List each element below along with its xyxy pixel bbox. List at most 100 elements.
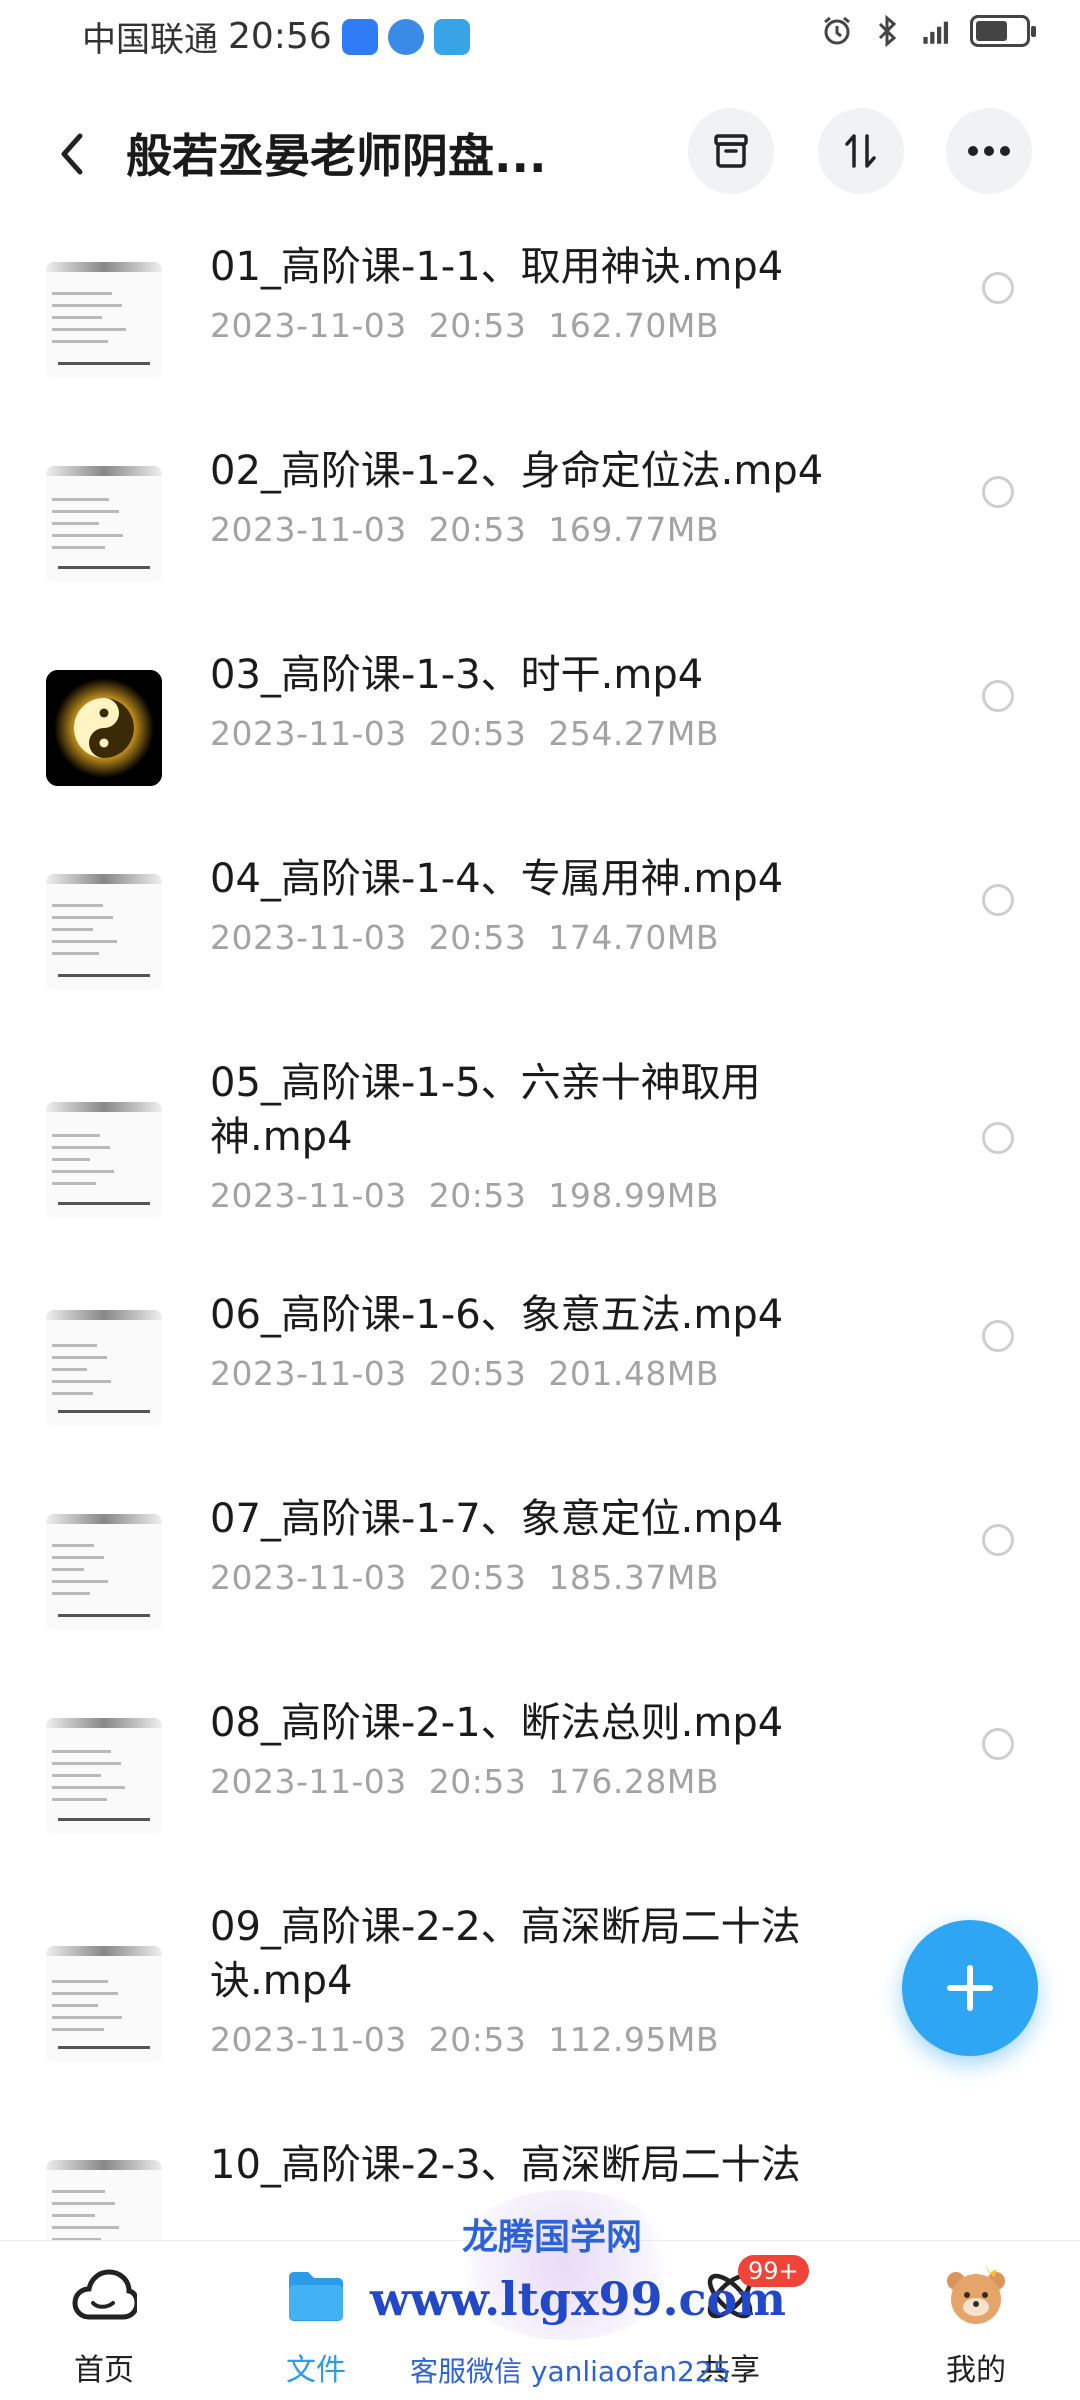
more-button[interactable] bbox=[946, 108, 1032, 194]
thumb-text-line bbox=[52, 904, 103, 907]
nav-label-home: 首页 bbox=[74, 2353, 134, 2388]
thumb-text-line bbox=[52, 522, 99, 525]
thumb-text-line bbox=[52, 510, 119, 513]
select-radio[interactable] bbox=[982, 1122, 1014, 1154]
thumb-text-line bbox=[52, 940, 117, 943]
thumb-banner bbox=[46, 1718, 162, 1728]
thumb-banner bbox=[46, 262, 162, 272]
file-row[interactable]: 03_高阶课-1-3、时干.mp4 2023-11-03 20:53 254.27MB bbox=[0, 640, 1080, 844]
archive-icon bbox=[714, 134, 748, 168]
file-name: 08_高阶课-2-1、断法总则.mp4 bbox=[210, 1700, 784, 1746]
thumb-text-line bbox=[52, 1146, 110, 1149]
file-name: 04_高阶课-1-4、专属用神.mp4 bbox=[210, 856, 784, 902]
battery-icon bbox=[970, 15, 1036, 47]
thumb-text-line bbox=[52, 2028, 104, 2031]
file-row[interactable]: 07_高阶课-1-7、象意定位.mp4 2023-11-03 20:53 185.37… bbox=[0, 1484, 1080, 1688]
select-radio[interactable] bbox=[982, 1320, 1014, 1352]
select-radio[interactable] bbox=[982, 680, 1014, 712]
back-button[interactable] bbox=[40, 122, 104, 186]
thumb-text-line bbox=[52, 316, 102, 319]
file-size: 185.37MB bbox=[548, 1558, 719, 1597]
thumb-text-line bbox=[52, 1170, 114, 1173]
browser-app-icon bbox=[387, 18, 424, 55]
thumb-caption-line bbox=[58, 1410, 150, 1413]
bear-avatar-icon bbox=[941, 2261, 1011, 2331]
select-radio[interactable] bbox=[982, 884, 1014, 916]
shield-app-icon bbox=[341, 18, 378, 55]
bluetooth-icon bbox=[878, 14, 897, 48]
thumb-text-line bbox=[52, 1392, 93, 1395]
file-size: 176.28MB bbox=[548, 1762, 719, 1801]
file-row[interactable]: 02_高阶课-1-2、身命定位法.mp4 2023-11-03 20:53 169.7… bbox=[0, 436, 1080, 640]
nav-item-files[interactable]: 文件 bbox=[246, 2261, 386, 2391]
file-size: 169.77MB bbox=[548, 510, 719, 549]
thumb-text-line bbox=[52, 1134, 100, 1137]
file-time: 20:53 bbox=[428, 1354, 527, 1393]
thumb-banner bbox=[46, 1102, 162, 1112]
carrier-label: 中国联通 bbox=[82, 20, 218, 60]
file-time: 20:53 bbox=[428, 1176, 527, 1215]
file-name: 06_高阶课-1-6、象意五法.mp4 bbox=[210, 1292, 784, 1338]
file-meta: 2023-11-03 20:53 198.99MB bbox=[210, 1176, 719, 1215]
thumb-text-line bbox=[52, 1182, 96, 1185]
file-date: 2023-11-03 bbox=[210, 918, 407, 957]
thumb-caption-line bbox=[58, 974, 150, 977]
nav-item-profile[interactable]: 我的 bbox=[906, 2261, 1046, 2391]
document-thumbnail bbox=[46, 1718, 162, 1834]
thumb-text-line bbox=[52, 1592, 90, 1595]
select-radio[interactable] bbox=[982, 476, 1014, 508]
document-thumbnail bbox=[46, 1946, 162, 2062]
file-date: 2023-11-03 bbox=[210, 714, 407, 753]
file-name: 05_高阶课-1-5、六亲十神取用神.mp4 bbox=[210, 1060, 761, 1160]
file-size: 162.70MB bbox=[548, 306, 719, 345]
thumb-text-line bbox=[52, 328, 126, 331]
document-thumbnail bbox=[46, 262, 162, 378]
thumb-banner bbox=[46, 1946, 162, 1956]
watermark-url: www.ltgx99.com bbox=[370, 2272, 786, 2326]
file-date: 2023-11-03 bbox=[210, 1176, 407, 1215]
document-thumbnail bbox=[46, 874, 162, 990]
file-row[interactable]: 08_高阶课-2-1、断法总则.mp4 2023-11-03 20:53 176.28… bbox=[0, 1688, 1080, 1892]
select-radio[interactable] bbox=[982, 1524, 1014, 1556]
file-date: 2023-11-03 bbox=[210, 1762, 407, 1801]
file-size: 112.95MB bbox=[548, 2020, 719, 2059]
thumb-text-line bbox=[52, 2226, 119, 2229]
file-size: 198.99MB bbox=[548, 1176, 719, 1215]
file-date: 2023-11-03 bbox=[210, 2020, 407, 2059]
thumb-text-line bbox=[52, 1356, 107, 1359]
file-meta: 2023-11-03 20:53 162.70MB bbox=[210, 306, 719, 345]
nav-item-home[interactable]: 首页 bbox=[34, 2261, 174, 2391]
file-name: 03_高阶课-1-3、时干.mp4 bbox=[210, 652, 704, 698]
thumb-caption-line bbox=[58, 566, 150, 569]
file-row[interactable]: 06_高阶课-1-6、象意五法.mp4 2023-11-03 20:53 201.48… bbox=[0, 1280, 1080, 1484]
watermark: 龙腾国学网 www.ltgx99.com 客服微信 yanliaofan225 bbox=[370, 2190, 786, 2400]
file-meta: 2023-11-03 20:53 174.70MB bbox=[210, 918, 719, 957]
file-row[interactable]: 01_高阶课-1-1、取用神诀.mp4 2023-11-03 20:53 162.70… bbox=[0, 232, 1080, 436]
file-time: 20:53 bbox=[428, 918, 527, 957]
thumb-caption-line bbox=[58, 1818, 150, 1821]
thumb-text-line bbox=[52, 340, 108, 343]
thumb-text-line bbox=[52, 952, 99, 955]
plus-icon bbox=[947, 1965, 993, 2011]
add-button[interactable] bbox=[902, 1920, 1038, 2056]
file-row[interactable]: 05_高阶课-1-5、六亲十神取用神.mp4 2023-11-03 20:53 198… bbox=[0, 1048, 1080, 1280]
thumb-text-line bbox=[52, 1762, 121, 1765]
file-time: 20:53 bbox=[428, 510, 527, 549]
thumb-text-line bbox=[52, 2016, 122, 2019]
thumb-text-line bbox=[52, 546, 105, 549]
archive-button[interactable] bbox=[688, 108, 774, 194]
battery-fill bbox=[976, 21, 1007, 41]
status-left: 中国联通 20:56 bbox=[82, 12, 470, 61]
file-size: 201.48MB bbox=[548, 1354, 719, 1393]
thumb-caption-line bbox=[58, 2046, 150, 2049]
file-row[interactable]: 04_高阶课-1-4、专属用神.mp4 2023-11-03 20:53 174.70… bbox=[0, 844, 1080, 1048]
sort-button[interactable] bbox=[818, 108, 904, 194]
document-thumbnail bbox=[46, 1310, 162, 1426]
thumb-banner bbox=[46, 1310, 162, 1320]
nav-label-files: 文件 bbox=[286, 2353, 346, 2388]
select-radio[interactable] bbox=[982, 1728, 1014, 1760]
document-thumbnail bbox=[46, 1514, 162, 1630]
e-app-icon bbox=[433, 18, 470, 55]
select-radio[interactable] bbox=[982, 272, 1014, 304]
folder-icon bbox=[281, 2261, 351, 2331]
